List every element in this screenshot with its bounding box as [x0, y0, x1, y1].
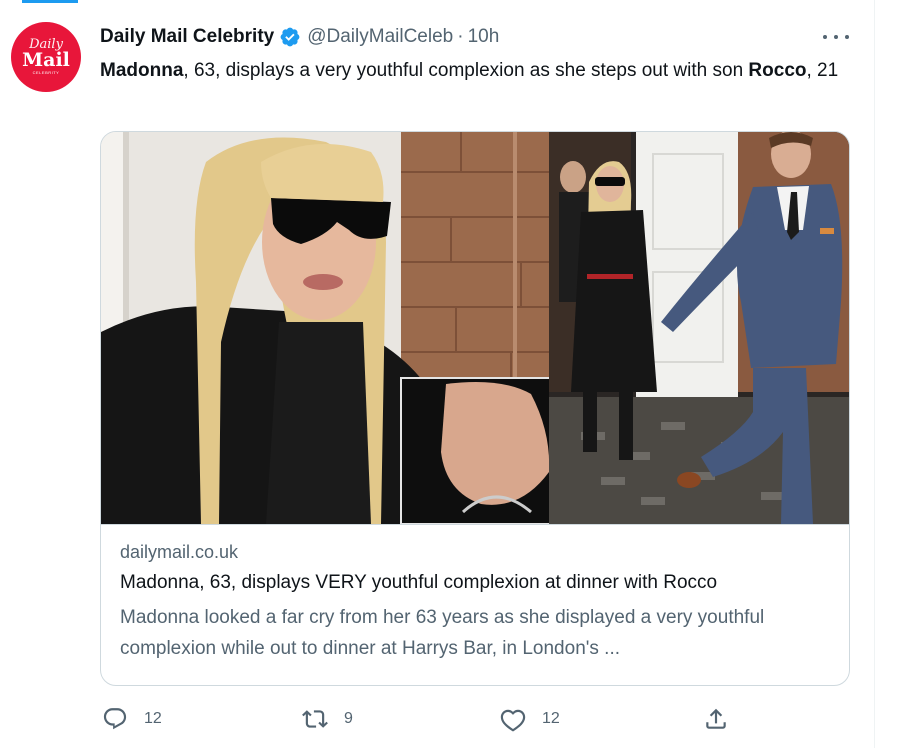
avatar-logo-line2: Mail: [22, 49, 70, 71]
heart-icon: [500, 709, 526, 732]
tweet-actions: 12 9 12: [0, 706, 875, 734]
share-icon: [706, 708, 726, 729]
avatar-logo-line3: CELEBRITY: [32, 70, 60, 75]
tweet-timestamp[interactable]: 10h: [468, 26, 500, 48]
retweet-count: 9: [344, 710, 353, 727]
header-separator: ·: [457, 26, 464, 47]
tweet-text-part: , 21: [806, 60, 839, 81]
tweet-header: Daily Mail Celebrity @DailyMailCeleb · 1…: [100, 25, 499, 49]
reply-count: 12: [144, 710, 162, 727]
author-name[interactable]: Daily Mail Celebrity: [100, 26, 274, 48]
tweet-text-bold-madonna: Madonna: [100, 60, 184, 81]
card-description: Madonna looked a far cry from her 63 yea…: [120, 607, 765, 659]
card-image[interactable]: [101, 132, 849, 524]
tweet-text-bold-rocco: Rocco: [748, 60, 807, 81]
card-meta[interactable]: dailymail.co.uk Madonna, 63, displays VE…: [101, 524, 849, 685]
more-horizontal-icon[interactable]: [823, 33, 849, 41]
tweet-text: Madonna, 63, displays a very youthful co…: [100, 56, 840, 86]
verified-badge-icon: [280, 27, 300, 47]
like-count: 12: [542, 710, 560, 727]
avatar[interactable]: Daily Mail CELEBRITY: [11, 22, 81, 92]
like-button[interactable]: 12: [500, 706, 560, 732]
top-accent-bar: [22, 0, 78, 3]
author-handle[interactable]: @DailyMailCeleb: [307, 26, 453, 48]
tweet-text-part: , 63, displays a very youthful complexio…: [183, 60, 749, 81]
reply-button[interactable]: 12: [102, 706, 162, 732]
link-preview-card[interactable]: dailymail.co.uk Madonna, 63, displays VE…: [100, 131, 850, 686]
timeline-border: [874, 0, 875, 748]
retweet-button[interactable]: 9: [302, 706, 353, 732]
card-domain: dailymail.co.uk: [120, 542, 239, 562]
card-title: Madonna, 63, displays VERY youthful comp…: [120, 572, 718, 593]
retweet-icon: [302, 710, 328, 728]
share-button[interactable]: [703, 706, 729, 732]
reply-icon: [103, 708, 127, 730]
avatar-logo-line1: Daily: [29, 37, 63, 52]
